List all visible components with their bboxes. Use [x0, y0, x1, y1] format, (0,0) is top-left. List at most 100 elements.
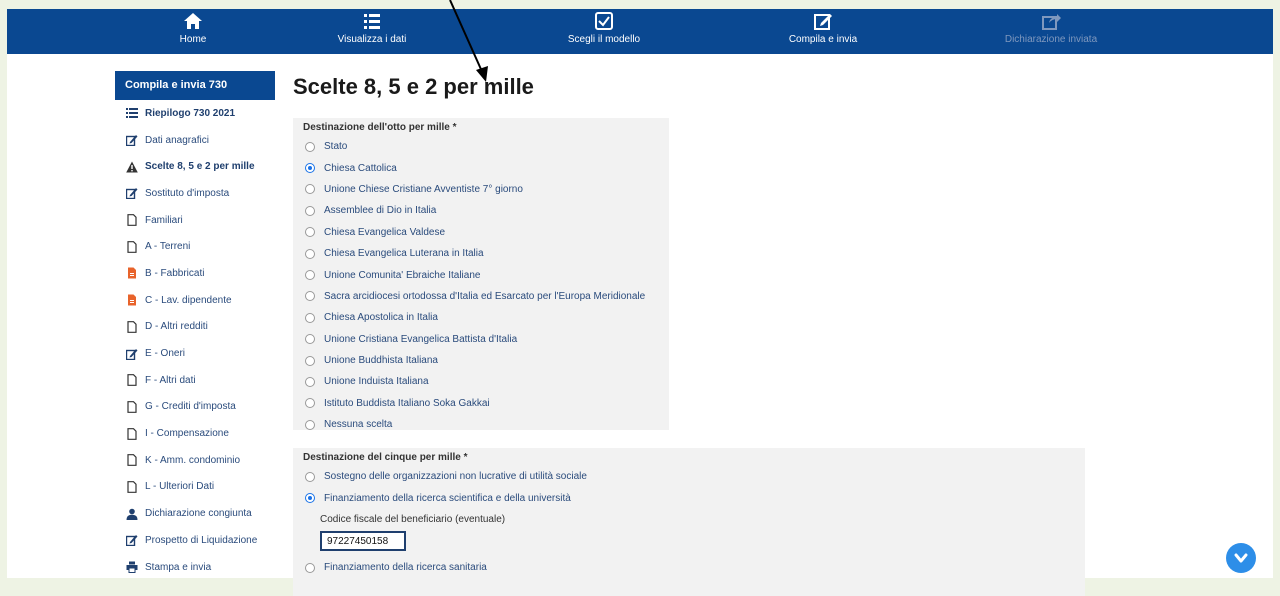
sidebar-item-label: Stampa e invia: [145, 561, 212, 573]
list-icon: [364, 14, 380, 29]
radio-button[interactable]: [305, 312, 315, 323]
radio-button[interactable]: [305, 419, 315, 430]
option-label: Finanziamento della ricerca sanitaria: [324, 562, 487, 574]
option-label: Chiesa Apostolica in Italia: [324, 312, 438, 324]
sidebar-item-label: Dichiarazione congiunta: [145, 508, 252, 520]
edit-icon: [125, 348, 139, 360]
sidebar-item[interactable]: Stampa e invia: [115, 554, 275, 581]
nav-dichiarazione-inviata[interactable]: Dichiarazione inviata: [951, 9, 1151, 54]
otto-option[interactable]: Chiesa Apostolica in Italia: [293, 307, 669, 328]
cinque-option[interactable]: Finanziamento della ricerca sanitaria: [293, 557, 1085, 578]
radio-button[interactable]: [305, 227, 315, 238]
sidebar-item[interactable]: Prospetto di Liquidazione: [115, 527, 275, 554]
sidebar-item-label: Riepilogo 730 2021: [145, 107, 236, 119]
option-label: Chiesa Evangelica Valdese: [324, 226, 446, 238]
file-orange-icon: [125, 267, 139, 279]
radio-button[interactable]: [305, 493, 315, 504]
frame-top: [0, 0, 1280, 9]
share-icon: [1042, 14, 1061, 30]
cinque-per-mille-fieldset: Destinazione del cinque per mille * Sost…: [293, 448, 1085, 596]
option-label: Assemblee di Dio in Italia: [324, 205, 437, 217]
sidebar-item[interactable]: L - Ulteriori Dati: [115, 474, 275, 501]
otto-option[interactable]: Nessuna scelta: [293, 414, 669, 435]
sidebar-item[interactable]: I - Compensazione: [115, 420, 275, 447]
sidebar-header[interactable]: Compila e invia 730: [115, 71, 275, 100]
nav-label: Compila e invia: [788, 34, 858, 45]
sidebar-item[interactable]: K - Amm. condominio: [115, 447, 275, 474]
nav-compila-invia[interactable]: Compila e invia: [723, 9, 923, 54]
file-icon: [125, 481, 139, 493]
codice-fiscale-input[interactable]: [320, 531, 406, 552]
otto-option[interactable]: Chiesa Evangelica Valdese: [293, 222, 669, 243]
sidebar-item[interactable]: D - Altri redditi: [115, 314, 275, 341]
sidebar-item[interactable]: Riepilogo 730 2021: [115, 100, 275, 127]
radio-button[interactable]: [305, 334, 315, 345]
sidebar-item[interactable]: Familiari: [115, 207, 275, 234]
option-label: Unione Induista Italiana: [324, 376, 429, 388]
sidebar-item-label: C - Lav. dipendente: [145, 294, 232, 306]
radio-button[interactable]: [305, 562, 315, 573]
sidebar-item[interactable]: B - Fabbricati: [115, 260, 275, 287]
sidebar-item-label: B - Fabbricati: [145, 267, 205, 279]
sidebar-item-label: L - Ulteriori Dati: [145, 481, 215, 493]
radio-button[interactable]: [305, 355, 315, 366]
sidebar-item[interactable]: C - Lav. dipendente: [115, 287, 275, 314]
edit-icon: [125, 534, 139, 547]
otto-option[interactable]: Unione Chiese Cristiane Avventiste 7° gi…: [293, 179, 669, 200]
option-label: Sacra arcidiocesi ortodossa d'Italia ed …: [324, 290, 646, 302]
otto-per-mille-fieldset: Destinazione dell'otto per mille * Stato…: [293, 118, 669, 430]
sidebar-item-label: Familiari: [145, 214, 183, 226]
home-icon: [184, 13, 202, 29]
otto-option[interactable]: Chiesa Cattolica: [293, 157, 669, 178]
option-label: Chiesa Cattolica: [324, 162, 397, 174]
option-label: Stato: [324, 141, 348, 153]
radio-button[interactable]: [305, 270, 315, 281]
otto-per-mille-legend: Destinazione dell'otto per mille *: [303, 122, 457, 133]
sidebar: Compila e invia 730 Riepilogo 730 2021 Da…: [115, 71, 275, 580]
cinque-option[interactable]: Finanziamento della ricerca scientifica …: [293, 487, 1085, 508]
user-icon: [125, 508, 139, 520]
edit-icon: [125, 187, 139, 200]
otto-option[interactable]: Assemblee di Dio in Italia: [293, 200, 669, 221]
scroll-down-button[interactable]: [1226, 543, 1256, 573]
sidebar-item-label: A - Terreni: [145, 241, 191, 253]
sidebar-item[interactable]: F - Altri dati: [115, 367, 275, 394]
sidebar-item-label: E - Oneri: [145, 348, 186, 360]
cinque-option[interactable]: Sostegno delle organizzazioni non lucrat…: [293, 466, 1085, 487]
file-icon: [125, 401, 139, 413]
radio-button[interactable]: [305, 376, 315, 387]
otto-option[interactable]: Istituto Buddista Italiano Soka Gakkai: [293, 393, 669, 414]
radio-button[interactable]: [305, 141, 315, 152]
file-icon: [125, 240, 139, 253]
sidebar-item-label: G - Crediti d'imposta: [145, 401, 236, 413]
radio-button[interactable]: [305, 205, 315, 216]
sidebar-item[interactable]: G - Crediti d'imposta: [115, 394, 275, 421]
radio-button[interactable]: [305, 471, 315, 482]
radio-button[interactable]: [305, 398, 315, 409]
otto-option[interactable]: Sacra arcidiocesi ortodossa d'Italia ed …: [293, 286, 669, 307]
sidebar-item[interactable]: E - Oneri: [115, 340, 275, 367]
nav-scegli-modello[interactable]: Scegli il modello: [504, 9, 704, 54]
otto-option[interactable]: Chiesa Evangelica Luterana in Italia: [293, 243, 669, 264]
radio-button[interactable]: [305, 248, 315, 259]
otto-option[interactable]: Unione Buddhista Italiana: [293, 350, 669, 371]
radio-button[interactable]: [305, 184, 315, 195]
nav-home[interactable]: Home: [93, 9, 293, 54]
file-icon: [125, 454, 139, 467]
otto-option[interactable]: Stato: [293, 136, 669, 157]
sidebar-item[interactable]: Scelte 8, 5 e 2 per mille: [115, 153, 275, 180]
sidebar-item[interactable]: A - Terreni: [115, 233, 275, 260]
sidebar-item[interactable]: Dichiarazione congiunta: [115, 500, 275, 527]
otto-option[interactable]: Unione Comunita' Ebraiche Italiane: [293, 264, 669, 285]
sidebar-item[interactable]: Sostituto d'imposta: [115, 180, 275, 207]
otto-option[interactable]: Unione Induista Italiana: [293, 371, 669, 392]
radio-button[interactable]: [305, 163, 315, 174]
sidebar-item-label: Prospetto di Liquidazione: [145, 534, 258, 546]
sidebar-item[interactable]: Dati anagrafici: [115, 127, 275, 154]
otto-option[interactable]: Unione Cristiana Evangelica Battista d'I…: [293, 329, 669, 350]
file-orange-icon: [125, 294, 139, 306]
radio-button[interactable]: [305, 291, 315, 302]
warning-icon: [125, 161, 139, 173]
option-label: Istituto Buddista Italiano Soka Gakkai: [324, 397, 490, 409]
sidebar-item-label: K - Amm. condominio: [145, 454, 241, 466]
